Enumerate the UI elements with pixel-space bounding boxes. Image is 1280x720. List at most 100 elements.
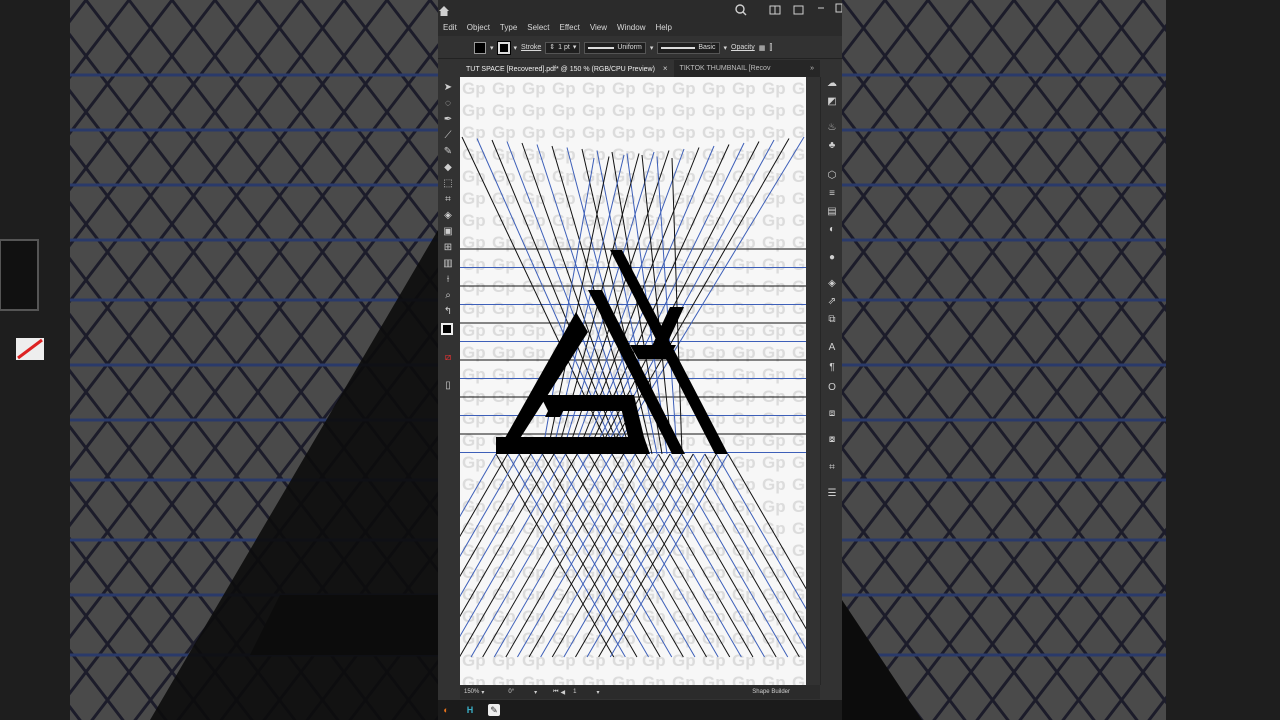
stepper-icon[interactable]: ⇕ <box>549 43 555 53</box>
menu-view[interactable]: View <box>585 20 612 36</box>
stroke-dropdown-icon[interactable]: ▾ <box>514 44 518 52</box>
character-icon[interactable]: A <box>825 341 839 355</box>
menu-bar: Edit Object Type Select Effect View Wind… <box>438 20 842 36</box>
tab-overflow-icon[interactable]: » <box>804 60 820 77</box>
tab-label: TUT SPACE [Recovered].pdf* @ 150 % (RGB/… <box>466 65 655 73</box>
background-grid-right <box>842 0 1280 720</box>
brush-line-icon <box>661 46 696 49</box>
maximize-icon[interactable] <box>835 3 842 13</box>
appearance-icon[interactable]: ● <box>825 251 839 265</box>
3d-icon[interactable]: ⬡ <box>825 169 839 183</box>
chevron-down-icon[interactable]: ▾ <box>650 44 654 52</box>
fill-dropdown-icon[interactable]: ▾ <box>490 44 494 52</box>
tab-tut-space[interactable]: TUT SPACE [Recovered].pdf* @ 150 % (RGB/… <box>460 59 674 78</box>
zoom-value: 150% <box>464 689 480 695</box>
transparency-icon[interactable]: ◐ <box>825 223 839 237</box>
eyedropper-tool-icon[interactable]: ⟊ <box>441 273 455 287</box>
titlebar-icons <box>439 3 842 16</box>
restore-icon[interactable] <box>793 5 804 15</box>
artboard-nav[interactable]: ⏮ ◀ 1 ▾ <box>553 689 599 696</box>
control-bar: ▾ ▾ Stroke ⇕ 1 pt ▾ Uniform ▾ Basic ▾ Op… <box>438 37 842 59</box>
stroke-color-swatch[interactable] <box>441 323 453 335</box>
document-app-icon[interactable]: ✎ <box>488 704 500 716</box>
none-color-icon[interactable]: ⧄ <box>441 351 455 365</box>
arrange-documents-icon[interactable] <box>769 5 781 15</box>
distribute-icon[interactable]: ☰ <box>825 487 839 501</box>
properties-icon[interactable]: ◩ <box>825 95 839 109</box>
status-bar: 150% ▾ 0° ▾ ⏮ ◀ 1 ▾ Shape Builder <box>460 685 820 699</box>
tools-panel: ➤ ◌ ✒ ⟋ ✎ ◆ ⬚ ⌗ ◈ ▣ ⊞ ▥ ⟊ ⌕ ↰ ⧄ ▯ <box>438 77 460 685</box>
align-panel-icon[interactable]: ⌗ <box>825 461 839 475</box>
menu-edit[interactable]: Edit <box>438 20 462 36</box>
tab-label: TIKTOK THUMBNAIL [Recov <box>679 65 771 72</box>
artwork: Gp <box>460 77 806 685</box>
rotation-field[interactable]: 0° ▾ <box>508 689 537 696</box>
stroke-swatch[interactable] <box>496 40 511 55</box>
variable-width-profile[interactable]: Uniform <box>584 41 646 54</box>
gradient-panel-icon[interactable]: ▤ <box>825 205 839 219</box>
brush-label: Basic <box>698 43 716 51</box>
menu-object[interactable]: Object <box>462 20 495 36</box>
background-zoom-right <box>842 0 1280 720</box>
shape-builder-tool-icon[interactable]: ◈ <box>441 209 455 223</box>
chevron-down-icon: ▾ <box>481 689 485 696</box>
background-grid-left <box>0 0 438 720</box>
align-icon[interactable]: ⫿ <box>769 42 772 53</box>
artboards-icon[interactable]: ⧉ <box>825 313 839 327</box>
profile-line-icon <box>588 46 615 49</box>
first-artboard-icon[interactable]: ⏮ <box>553 689 558 696</box>
pencil-tool-icon[interactable]: ✎ <box>441 145 455 159</box>
title-bar <box>438 0 842 20</box>
opacity-label[interactable]: Opacity <box>731 44 755 51</box>
menu-select[interactable]: Select <box>522 20 554 36</box>
cc-libraries-icon[interactable]: ☁ <box>825 77 839 91</box>
close-icon[interactable]: × <box>663 64 668 73</box>
document-tabs: TUT SPACE [Recovered].pdf* @ 150 % (RGB/… <box>460 59 820 78</box>
illustrator-window: Edit Object Type Select Effect View Wind… <box>438 0 842 720</box>
chevron-down-icon: ▾ <box>572 43 577 51</box>
menu-type[interactable]: Type <box>495 20 522 36</box>
selection-tool-icon[interactable]: ➤ <box>441 81 455 95</box>
eraser-tool-icon[interactable]: ◆ <box>441 161 455 175</box>
menu-window[interactable]: Window <box>612 20 650 36</box>
firefox-icon[interactable]: ◐ <box>440 704 452 716</box>
zoom-tool-icon[interactable]: ⌕ <box>441 289 455 303</box>
home-icon[interactable] <box>439 6 449 16</box>
artboard-canvas[interactable]: Gp <box>460 77 806 685</box>
pathfinder-icon[interactable]: ⧈ <box>825 407 839 421</box>
opentype-icon[interactable]: O <box>825 381 839 395</box>
paragraph-icon[interactable]: ¶ <box>825 361 839 375</box>
stroke-panel-icon[interactable]: ≡ <box>825 187 839 201</box>
background-zoom-left <box>0 0 438 720</box>
symbols-icon[interactable]: ♣ <box>825 139 839 153</box>
brushes-icon[interactable]: ♨ <box>825 121 839 135</box>
taskbar: ◐ H ✎ <box>438 700 842 720</box>
gradient-tool-icon[interactable]: ▣ <box>441 225 455 239</box>
export-icon[interactable]: ⇗ <box>825 295 839 309</box>
swap-colors-icon[interactable]: ↰ <box>441 305 455 319</box>
h-app-icon[interactable]: H <box>464 704 476 716</box>
menu-effect[interactable]: Effect <box>555 20 585 36</box>
fill-swatch[interactable] <box>474 41 486 54</box>
stroke-weight-field[interactable]: ⇕ 1 pt ▾ <box>545 41 581 54</box>
prev-artboard-icon[interactable]: ◀ <box>561 689 566 696</box>
recolor-icon[interactable]: ▦ <box>759 44 766 52</box>
draw-mode-icon[interactable]: ▯ <box>441 379 455 393</box>
free-transform-tool-icon[interactable]: ⌗ <box>441 193 455 207</box>
layers-icon[interactable]: ◈ <box>825 277 839 291</box>
lasso-tool-icon[interactable]: ◌ <box>441 97 455 111</box>
zoom-field[interactable]: 150% ▾ <box>464 689 484 696</box>
scale-tool-icon[interactable]: ⬚ <box>441 177 455 191</box>
stroke-weight-value: 1 pt <box>558 43 570 51</box>
search-icon[interactable] <box>735 4 747 16</box>
tab-tiktok-thumbnail[interactable]: TIKTOK THUMBNAIL [Recov <box>674 60 777 77</box>
graph-tool-icon[interactable]: ▥ <box>441 257 455 271</box>
mesh-tool-icon[interactable]: ⊞ <box>441 241 455 255</box>
chevron-down-icon[interactable]: ▾ <box>724 44 728 52</box>
transform-icon[interactable]: ⧇ <box>825 433 839 447</box>
brush-tool-icon[interactable]: ⟋ <box>441 129 455 143</box>
panel-dock: ☁ ◩ ♨ ♣ ⬡ ≡ ▤ ◐ ● ◈ ⇗ ⧉ A ¶ O ⧈ ⧇ ⌗ ☰ <box>820 77 842 685</box>
pen-tool-icon[interactable]: ✒ <box>441 113 455 127</box>
brush-definition[interactable]: Basic <box>657 41 720 54</box>
menu-help[interactable]: Help <box>650 20 676 36</box>
